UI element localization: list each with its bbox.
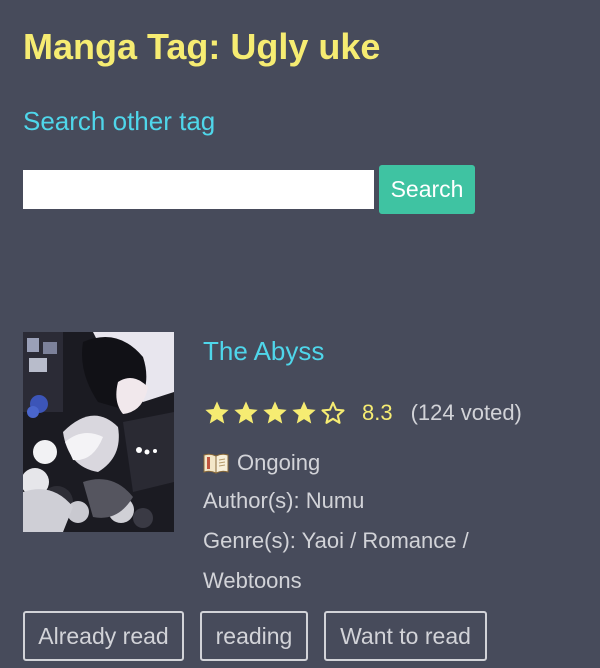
star-filled-icon	[292, 401, 316, 424]
page-title: Manga Tag: Ugly uke	[23, 26, 381, 67]
star-filled-icon	[263, 401, 287, 424]
vote-count: (124 voted)	[410, 400, 522, 425]
search-other-tag-link[interactable]: Search other tag	[23, 106, 215, 137]
genres-text: Genre(s): Yaoi / Romance /	[203, 528, 469, 553]
rating-stars	[203, 399, 348, 427]
reading-button[interactable]: reading	[200, 611, 308, 661]
cover-artwork	[23, 332, 174, 532]
tag-search-input[interactable]	[23, 170, 374, 209]
manga-title-link[interactable]: The Abyss	[203, 336, 324, 367]
rating-row: 8.3 (124 voted)	[203, 398, 522, 428]
rating-value: 8.3	[362, 400, 393, 425]
book-icon	[203, 453, 229, 474]
manga-cover-image[interactable]	[23, 332, 174, 532]
want-to-read-button[interactable]: Want to read	[324, 611, 487, 661]
search-button[interactable]: Search	[379, 165, 475, 214]
already-read-button[interactable]: Already read	[23, 611, 184, 661]
status-text: Ongoing	[237, 450, 321, 475]
star-filled-icon	[234, 401, 258, 424]
star-outline-icon	[321, 401, 345, 424]
author-text: Author(s): Numu	[203, 488, 365, 513]
star-filled-icon	[205, 401, 229, 424]
status-row: Ongoing	[203, 448, 320, 478]
genres-text-continued: Webtoons	[203, 568, 302, 593]
